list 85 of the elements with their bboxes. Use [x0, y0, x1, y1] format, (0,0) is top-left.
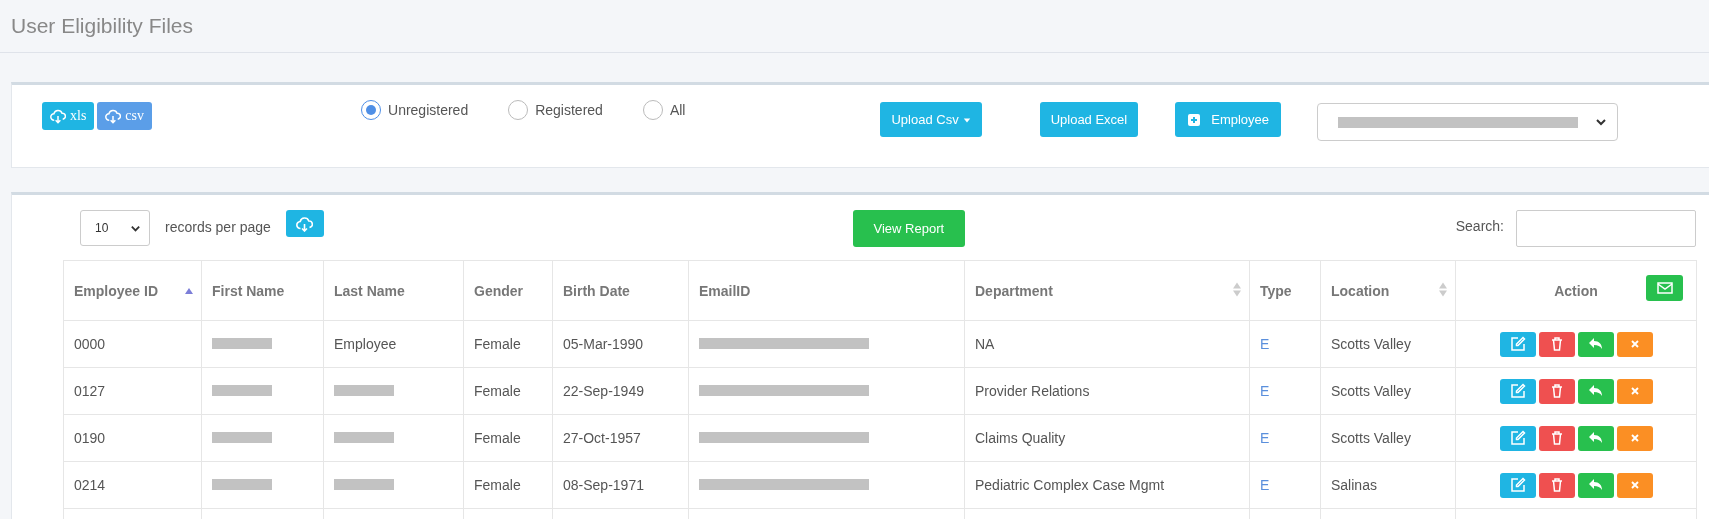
- filter-radio[interactable]: All: [642, 100, 686, 120]
- table-cell: 27-Oct-1957: [563, 430, 641, 446]
- table-cell: Salinas: [1331, 477, 1377, 493]
- reply-button[interactable]: [1577, 472, 1614, 498]
- close-icon: [1628, 479, 1641, 491]
- page-size-select[interactable]: 10: [80, 210, 150, 246]
- type-link[interactable]: E: [1260, 430, 1270, 446]
- page-title: User Eligibility Files: [11, 14, 194, 38]
- sort-icon: [1438, 281, 1448, 297]
- caret-icon: [962, 115, 971, 124]
- cancel-button[interactable]: [1616, 425, 1653, 451]
- cancel-button[interactable]: [1616, 331, 1653, 357]
- edit-icon: [1509, 430, 1526, 446]
- table-cell: 0127: [74, 383, 106, 399]
- chevron-down-icon: [1595, 116, 1608, 128]
- cancel-button[interactable]: [1616, 378, 1653, 404]
- edit-icon: [1509, 383, 1526, 399]
- edit-button[interactable]: [1499, 378, 1536, 404]
- delete-button[interactable]: [1538, 472, 1575, 498]
- table-cell: Female: [474, 383, 521, 399]
- add-employee-button[interactable]: Employee: [1175, 102, 1282, 137]
- export-button[interactable]: csv: [97, 102, 152, 130]
- table-cell: Scotts Valley: [1331, 383, 1411, 399]
- table-cell: 0214: [74, 477, 106, 493]
- column-header[interactable]: Type: [1260, 282, 1292, 299]
- column-header[interactable]: EmailID: [699, 282, 751, 299]
- cloud-download-icon: [296, 215, 314, 232]
- close-icon: [1628, 385, 1641, 397]
- table-cell: Female: [474, 430, 521, 446]
- table-cell: Employee: [334, 336, 397, 352]
- column-header[interactable]: Department: [975, 282, 1053, 299]
- plus-square-icon: [1187, 112, 1202, 127]
- cancel-button[interactable]: [1616, 472, 1653, 498]
- delete-button[interactable]: [1538, 378, 1575, 404]
- cloud-download-icon: [105, 108, 122, 124]
- company-select[interactable]: [1317, 103, 1619, 141]
- column-header[interactable]: Employee ID: [74, 282, 159, 299]
- reply-button[interactable]: [1577, 331, 1614, 357]
- column-header[interactable]: First Name: [212, 282, 285, 299]
- email-button[interactable]: [1646, 275, 1683, 301]
- upload-csv-button[interactable]: Upload Csv: [880, 102, 982, 137]
- envelope-icon: [1656, 281, 1673, 295]
- table-cell: 0000: [74, 336, 106, 352]
- edit-button[interactable]: [1499, 425, 1536, 451]
- cloud-download-icon: [50, 108, 66, 124]
- view-report-button[interactable]: View Report: [852, 210, 965, 247]
- table-cell: Female: [474, 336, 521, 352]
- search-label: Search:: [1455, 218, 1504, 234]
- search-field[interactable]: [1516, 210, 1696, 247]
- delete-button[interactable]: [1538, 331, 1575, 357]
- sort-icon: [1232, 281, 1242, 297]
- close-icon: [1628, 338, 1641, 350]
- table-cell: Provider Relations: [975, 383, 1090, 399]
- column-header[interactable]: Location: [1331, 282, 1390, 299]
- table-cell: Claims Quality: [975, 430, 1066, 446]
- close-icon: [1628, 432, 1641, 444]
- column-header[interactable]: Gender: [474, 282, 523, 299]
- filter-radio[interactable]: Registered: [508, 100, 603, 120]
- table-cell: 0190: [74, 430, 106, 446]
- table-cell: Scotts Valley: [1331, 430, 1411, 446]
- upload-excel-button[interactable]: Upload Excel: [1039, 102, 1139, 137]
- export-button[interactable]: xls: [42, 102, 95, 130]
- column-header[interactable]: Action: [1554, 282, 1598, 299]
- table-cell: 22-Sep-1949: [563, 383, 644, 399]
- edit-button[interactable]: [1499, 331, 1536, 357]
- edit-icon: [1509, 336, 1526, 352]
- table-cell: NA: [975, 336, 995, 352]
- type-link[interactable]: E: [1260, 336, 1270, 352]
- reply-button[interactable]: [1577, 378, 1614, 404]
- column-header[interactable]: Last Name: [334, 282, 405, 299]
- delete-button[interactable]: [1538, 425, 1575, 451]
- records-per-page-label: records per page: [165, 219, 271, 235]
- table-cell: 08-Sep-1971: [563, 477, 644, 493]
- type-link[interactable]: E: [1260, 477, 1270, 493]
- table-cell: Pediatric Complex Case Mgmt: [975, 477, 1165, 493]
- table-cell: Female: [474, 477, 521, 493]
- reply-button[interactable]: [1577, 425, 1614, 451]
- download-button[interactable]: [285, 210, 324, 237]
- edit-button[interactable]: [1499, 472, 1536, 498]
- column-header[interactable]: Birth Date: [563, 282, 630, 299]
- type-link[interactable]: E: [1260, 383, 1270, 399]
- table-cell: Scotts Valley: [1331, 336, 1411, 352]
- filter-radio[interactable]: Unregistered: [361, 100, 469, 120]
- edit-icon: [1509, 477, 1526, 493]
- table-cell: 05-Mar-1990: [563, 336, 644, 352]
